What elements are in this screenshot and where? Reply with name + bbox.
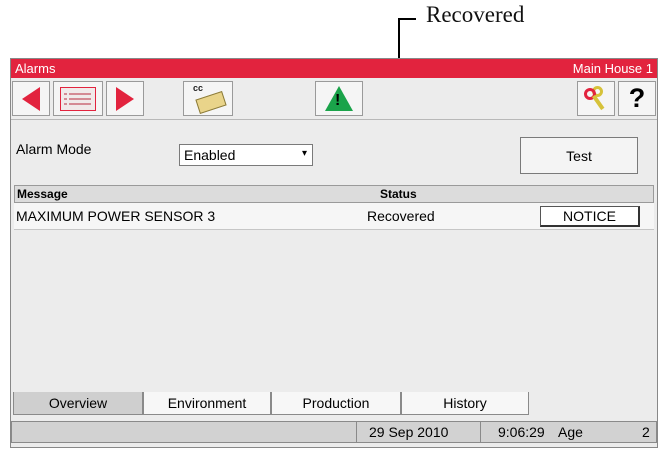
alarm-mode-value: Enabled (184, 147, 236, 163)
notice-button[interactable]: NOTICE (540, 206, 640, 227)
header-status: Status (380, 187, 417, 201)
cc-copy-icon: cc (191, 83, 227, 114)
keys-icon (582, 85, 610, 113)
tab-environment[interactable]: Environment (143, 392, 271, 415)
status-date-cell: 29 Sep 2010 (357, 422, 481, 442)
warning-button[interactable]: ! (315, 81, 363, 116)
alarms-screen: Alarms Main House 1 cc ! ? Alarm Mode En… (10, 58, 658, 448)
cc-button[interactable]: cc (183, 81, 233, 116)
chevron-down-icon: ▾ (301, 148, 307, 159)
status-date: 29 Sep 2010 (369, 424, 449, 440)
row-message: MAXIMUM POWER SENSOR 3 (16, 208, 216, 224)
status-spacer (12, 422, 357, 442)
tab-history[interactable]: History (401, 392, 529, 415)
window-title: Alarms (15, 61, 56, 76)
help-button[interactable]: ? (618, 81, 656, 116)
prev-arrow-icon (22, 86, 40, 111)
callout-label: Recovered (426, 2, 525, 27)
location-label: Main House 1 (572, 61, 653, 76)
alarm-table: MAXIMUM POWER SENSOR 3 Recovered NOTICE (14, 203, 654, 388)
toolbar: cc ! ? (11, 78, 657, 120)
next-button[interactable] (106, 81, 144, 116)
alarm-content: Alarm Mode Enabled ▾ Test Message Status… (11, 120, 657, 388)
status-age-label: Age (558, 424, 583, 440)
tab-bar: Overview Environment Production History (11, 389, 657, 415)
tab-production[interactable]: Production (271, 392, 401, 415)
status-time: 9:06:29 (498, 424, 545, 440)
tab-overview[interactable]: Overview (13, 392, 143, 415)
status-bar: 29 Sep 2010 9:06:29 Age 2 (11, 421, 657, 443)
table-row[interactable]: MAXIMUM POWER SENSOR 3 Recovered NOTICE (14, 203, 654, 230)
alarm-mode-label: Alarm Mode (16, 141, 92, 157)
test-button[interactable]: Test (520, 137, 638, 174)
title-bar: Alarms Main House 1 (11, 59, 657, 78)
keys-button[interactable] (577, 81, 615, 116)
row-status: Recovered (367, 208, 435, 224)
alarm-list-icon (60, 86, 96, 111)
callout-line-horizontal (398, 18, 416, 20)
table-header: Message Status (14, 185, 654, 203)
next-arrow-icon (116, 86, 134, 111)
prev-button[interactable] (12, 81, 50, 116)
help-icon: ? (628, 83, 646, 113)
status-age-value: 2 (642, 424, 650, 440)
header-message: Message (17, 187, 68, 201)
alarm-list-button[interactable] (53, 81, 103, 116)
test-button-label: Test (566, 147, 592, 164)
alarm-mode-select[interactable]: Enabled ▾ (179, 144, 313, 166)
warning-icon: ! (325, 86, 353, 111)
